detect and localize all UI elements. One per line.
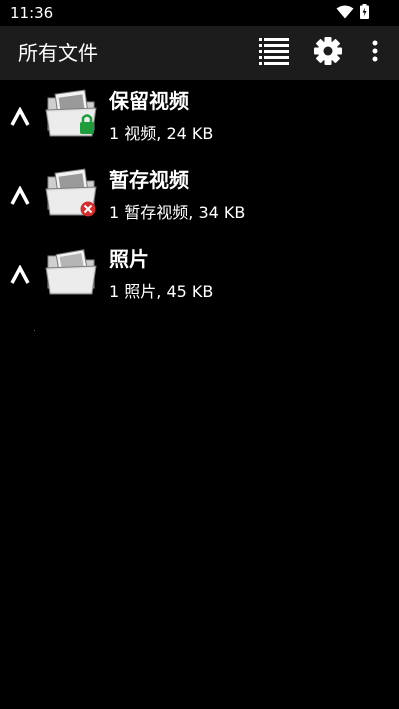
settings-gear-icon — [313, 36, 343, 70]
list-item[interactable]: 照片 1 照片, 45 KB — [0, 238, 399, 317]
status-time: 11:36 — [10, 4, 54, 22]
page-title: 所有文件 — [18, 41, 98, 65]
file-list: 保留视频 1 视频, 24 KB 暂存视频 1 暂存视频, 34 KB 照片 1… — [0, 80, 399, 317]
list-item[interactable]: 保留视频 1 视频, 24 KB — [0, 80, 399, 159]
list-view-button[interactable] — [258, 37, 290, 69]
item-subtitle: 1 视频, 24 KB — [109, 124, 214, 143]
item-title: 保留视频 — [109, 89, 189, 113]
chevron-up-icon[interactable] — [7, 102, 33, 132]
list-view-icon — [259, 37, 289, 69]
battery-charging-icon — [360, 3, 369, 23]
chevron-up-icon[interactable] — [7, 181, 33, 211]
item-subtitle: 1 暂存视频, 34 KB — [109, 203, 246, 222]
artifact-dot — [34, 330, 35, 331]
status-bar: 11:36 — [0, 0, 399, 26]
app-bar: 所有文件 — [0, 26, 399, 80]
wifi-icon — [336, 4, 354, 23]
settings-button[interactable] — [312, 37, 344, 69]
more-options-button[interactable] — [359, 37, 391, 69]
status-icons — [336, 3, 369, 23]
item-title: 暂存视频 — [109, 168, 189, 192]
video-folder-delete-icon — [44, 167, 100, 223]
photo-folder-icon — [44, 246, 100, 302]
video-folder-locked-icon — [44, 88, 100, 144]
chevron-up-icon[interactable] — [7, 260, 33, 290]
list-item[interactable]: 暂存视频 1 暂存视频, 34 KB — [0, 159, 399, 238]
item-subtitle: 1 照片, 45 KB — [109, 282, 214, 301]
more-vertical-icon — [372, 40, 378, 66]
item-title: 照片 — [109, 247, 149, 271]
